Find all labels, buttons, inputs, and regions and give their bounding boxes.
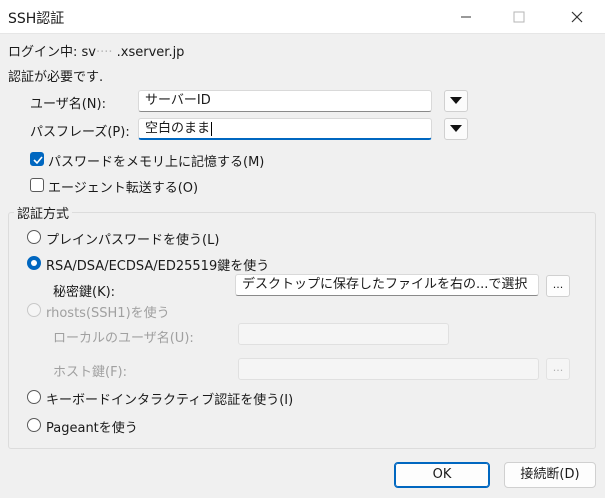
disconnect-button[interactable]: 接続断(D) [504,462,596,488]
auth-method-group-label: 認証方式 [14,203,73,222]
host-key-label: ホスト鍵(F): [53,365,128,380]
maximize-button[interactable] [496,0,542,34]
text-caret [211,121,213,136]
username-value: サーバーID [145,93,211,108]
pageant-label: Pageantを使う [46,421,138,436]
rhosts-label: rhosts(SSH1)を使う [46,306,170,321]
passphrase-value: 空白のまま [145,121,211,136]
title-bar: SSH認証 [0,0,605,34]
host-key-browse-button[interactable]: ... [546,358,570,380]
close-icon [571,11,583,23]
passphrase-label: パスフレーズ(P): [30,125,130,140]
local-user-input[interactable] [238,323,449,345]
host-key-input[interactable] [238,358,539,380]
username-dropdown-button[interactable] [444,90,468,112]
triangle-down-icon [450,97,462,104]
maximize-icon [513,11,525,23]
checkmark-icon [33,156,43,165]
agent-forwarding-checkbox[interactable] [30,178,44,192]
minimize-button[interactable] [443,0,489,34]
agent-forwarding-label: エージェント転送する(O) [48,181,199,196]
passphrase-dropdown-button[interactable] [444,118,468,140]
close-button[interactable] [554,0,600,34]
private-key-value: デスクトップに保存したファイルを右の...で選択 [242,277,528,292]
private-key-label: 秘密鍵(K): [53,285,116,300]
passphrase-input[interactable]: 空白のまま [138,118,432,140]
rsa-key-radio[interactable] [27,256,41,270]
pageant-radio[interactable] [27,418,41,432]
rhosts-radio[interactable] [27,303,41,317]
keyboard-interactive-radio[interactable] [27,390,41,404]
ok-button[interactable]: OK [394,462,490,488]
remember-password-label: パスワードをメモリ上に記憶する(M) [48,155,265,170]
rsa-key-label: RSA/DSA/ECDSA/ED25519鍵を使う [46,259,270,274]
keyboard-interactive-label: キーボードインタラクティブ認証を使う(I) [46,393,294,408]
username-input[interactable]: サーバーID [138,90,432,112]
plain-password-label: プレインパスワードを使う(L) [46,233,220,248]
minimize-icon [461,16,471,18]
login-status: ログイン中: sv···· .xserver.jp [8,41,184,60]
login-prefix: ログイン中: sv [8,45,96,60]
private-key-browse-button[interactable]: ... [546,275,570,297]
login-host-suffix: .xserver.jp [116,45,185,60]
redacted-hostname: ···· [95,45,117,60]
remember-password-checkbox[interactable] [30,152,44,166]
auth-required-text: 認証が必要です. [8,70,104,85]
triangle-down-icon [450,125,462,132]
username-label: ユーザ名(N): [30,97,106,112]
plain-password-radio[interactable] [27,230,41,244]
local-user-label: ローカルのユーザ名(U): [53,331,194,346]
window-title: SSH認証 [8,11,65,27]
private-key-input[interactable]: デスクトップに保存したファイルを右の...で選択 [235,274,539,296]
